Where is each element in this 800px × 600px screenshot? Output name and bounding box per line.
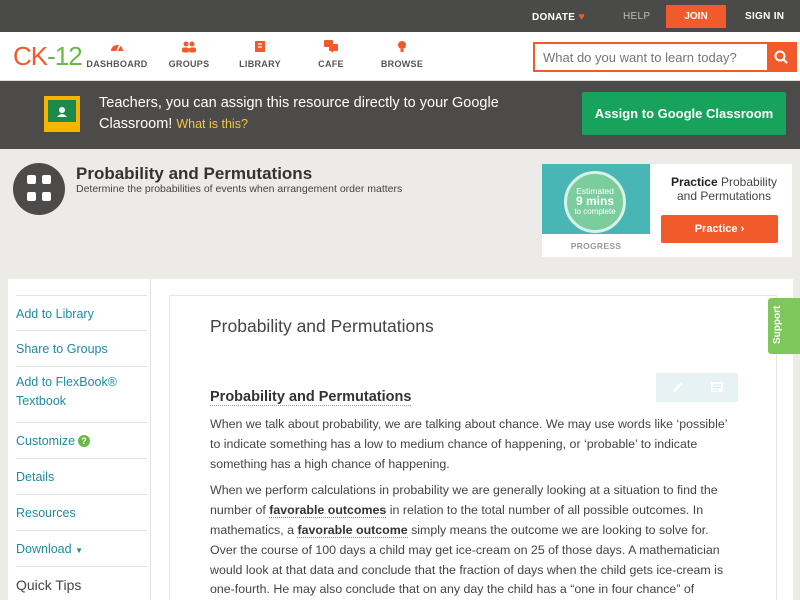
search-bar [533, 42, 797, 72]
add-to-flexbook-link[interactable]: Add to FlexBook® Textbook [16, 367, 147, 423]
practice-button[interactable]: Practice › [661, 215, 778, 243]
progress-label: PROGRESS [570, 241, 622, 251]
teacher-banner: Teachers, you can assign this resource d… [0, 81, 800, 149]
assign-google-classroom-button[interactable]: Assign to Google Classroom [582, 92, 786, 135]
nav-browse[interactable]: BROWSE [367, 40, 437, 69]
add-to-library-link[interactable]: Add to Library [16, 295, 147, 331]
join-button[interactable]: JOIN [666, 5, 726, 28]
paragraph-2: When we perform calculations in probabil… [210, 483, 724, 597]
google-classroom-icon [44, 96, 80, 132]
nav-groups[interactable]: GROUPS [154, 40, 224, 69]
download-link[interactable]: Download ▼ [16, 531, 147, 567]
term-favorable-outcome[interactable]: favorable outcome [297, 522, 408, 538]
pencil-icon[interactable] [671, 380, 685, 394]
nav-library[interactable]: LIBRARY [225, 40, 295, 69]
browse-icon [398, 41, 406, 52]
donate-link[interactable]: DONATE ♥ [532, 11, 585, 23]
content-area: Add to Library Share to Groups Add to Fl… [8, 279, 793, 600]
search-button[interactable] [767, 44, 795, 70]
notes-icon[interactable] [710, 380, 724, 394]
top-bar: DONATE ♥ HELP JOIN SIGN IN [0, 0, 800, 32]
share-to-groups-link[interactable]: Share to Groups [16, 331, 147, 367]
estimated-time-badge: Estimated 9 mins to complete [564, 171, 626, 233]
sidebar-divider [150, 279, 151, 600]
search-icon [774, 50, 788, 64]
ck12-logo[interactable]: CK-12 [13, 41, 83, 72]
support-tab[interactable]: Support [768, 298, 800, 354]
cafe-icon [324, 40, 338, 53]
heart-icon: ♥ [578, 11, 586, 23]
groups-icon [182, 41, 196, 53]
article-body: When we talk about probability, we are t… [210, 415, 734, 600]
paragraph-1: When we talk about probability, we are t… [210, 417, 727, 471]
quick-tips-heading: Quick Tips [16, 577, 82, 593]
sidebar: Add to Library Share to Groups Add to Fl… [16, 279, 147, 593]
nav-dashboard[interactable]: DASHBOARD [82, 40, 152, 69]
practice-card: Estimated 9 mins to complete PROGRESS Pr… [542, 164, 792, 257]
search-input[interactable] [535, 44, 769, 70]
article-title: Probability and Permutations [210, 316, 434, 336]
banner-message: Teachers, you can assign this resource d… [99, 95, 499, 132]
details-link[interactable]: Details [16, 459, 147, 495]
nav-cafe[interactable]: CAFE [296, 40, 366, 69]
concept-title: Probability and Permutations [76, 164, 313, 183]
sign-in-link[interactable]: SIGN IN [745, 11, 784, 22]
chevron-right-icon: › [740, 223, 745, 235]
concept-subtitle: Determine the probabilities of events wh… [76, 183, 403, 195]
article-tools [656, 373, 738, 402]
customize-link[interactable]: Customize? [16, 423, 147, 459]
what-is-this-link[interactable]: What is this? [176, 117, 248, 131]
caret-down-icon: ▼ [75, 546, 83, 555]
dashboard-icon [111, 44, 123, 52]
main-nav: CK-12 DASHBOARD GROUPS LIBRARY CAFE BROW… [0, 32, 800, 81]
practice-title: Practice Probability and Permutations [670, 175, 778, 203]
progress-graphic: Estimated 9 mins to complete [542, 164, 650, 234]
article: Probability and Permutations Probability… [169, 295, 777, 600]
library-icon [255, 41, 265, 52]
term-favorable-outcomes[interactable]: favorable outcomes [269, 503, 387, 519]
section-heading: Probability and Permutations [210, 389, 412, 406]
resources-link[interactable]: Resources [16, 495, 147, 531]
help-link[interactable]: HELP [623, 11, 650, 22]
help-icon[interactable]: ? [78, 435, 91, 447]
concept-icon [13, 163, 65, 215]
